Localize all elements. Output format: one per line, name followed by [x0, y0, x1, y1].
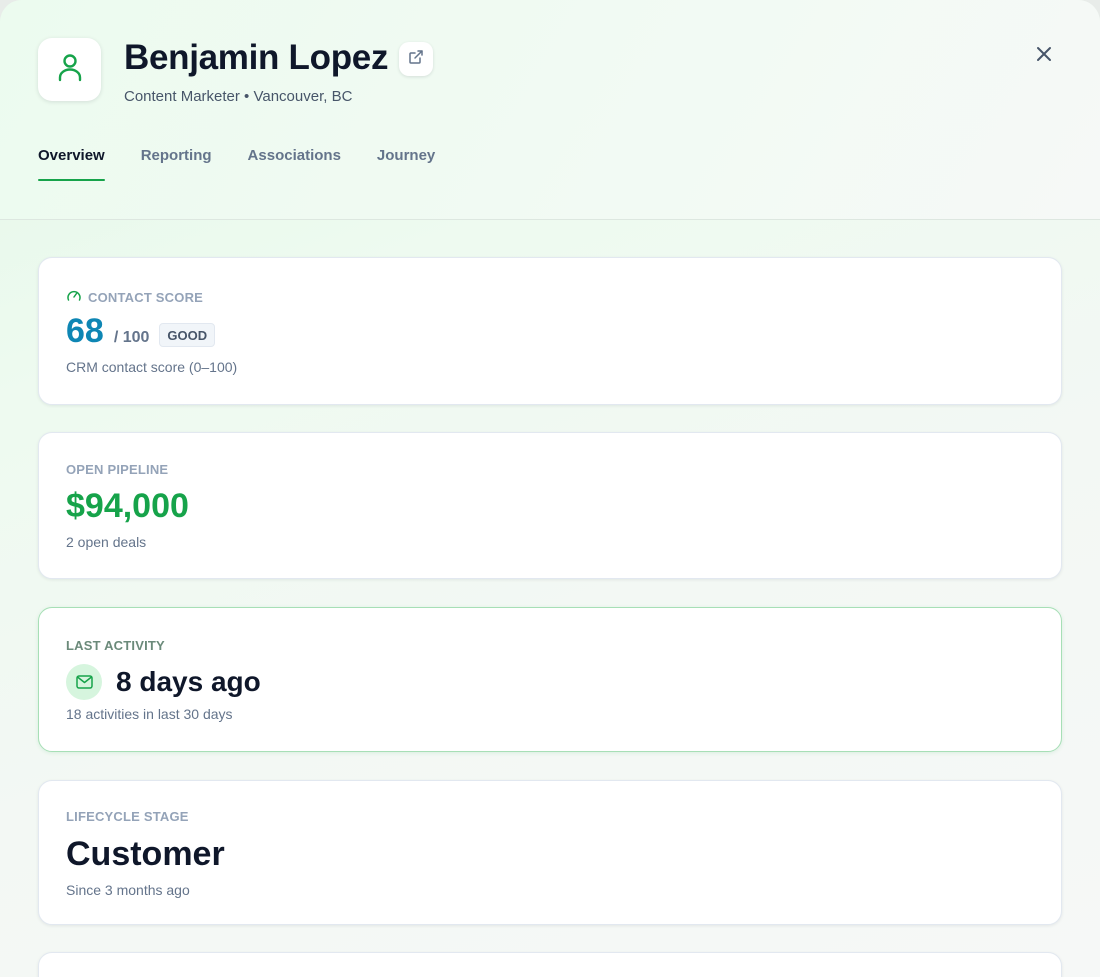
close-icon: [1035, 45, 1053, 68]
lifecycle-stage-label: LIFECYCLE STAGE: [66, 809, 189, 824]
contact-avatar: [38, 38, 101, 101]
next-card-partial: [38, 952, 1062, 977]
contact-score-description: CRM contact score (0–100): [66, 359, 238, 375]
last-activity-card: LAST ACTIVITY 8 days ago 18 activities i…: [38, 607, 1062, 752]
lifecycle-stage-card: LIFECYCLE STAGE Customer Since 3 months …: [38, 780, 1062, 925]
score-status-badge: GOOD: [159, 323, 216, 347]
contact-score-label-row: CONTACT SCORE: [66, 288, 203, 307]
tab-associations[interactable]: Associations: [248, 147, 341, 181]
lifecycle-stage-description: Since 3 months ago: [66, 882, 190, 898]
contact-subtitle: Content Marketer • Vancouver, BC: [124, 88, 353, 105]
contact-score-value: 68: [66, 312, 104, 350]
tab-journey[interactable]: Journey: [377, 147, 435, 181]
contact-score-card: CONTACT SCORE 68 / 100 GOOD CRM contact …: [38, 257, 1062, 405]
last-activity-description: 18 activities in last 30 days: [66, 706, 233, 722]
tab-overview[interactable]: Overview: [38, 147, 105, 181]
tab-bar: Overview Reporting Associations Journey: [38, 147, 435, 181]
last-activity-label: LAST ACTIVITY: [66, 638, 165, 653]
tab-reporting[interactable]: Reporting: [141, 147, 212, 181]
external-link-icon: [408, 49, 424, 70]
open-pipeline-label: OPEN PIPELINE: [66, 462, 169, 477]
contact-detail-panel: Benjamin Lopez Content Marketer • Vancou…: [0, 0, 1100, 977]
last-activity-value: 8 days ago: [116, 666, 261, 697]
open-pipeline-value: $94,000: [66, 487, 189, 525]
lifecycle-stage-value: Customer: [66, 835, 225, 873]
open-external-button[interactable]: [399, 42, 433, 76]
contact-score-value-row: 68 / 100 GOOD: [66, 312, 216, 351]
open-pipeline-description: 2 open deals: [66, 534, 147, 550]
contact-name: Benjamin Lopez: [124, 38, 389, 77]
contact-score-label: CONTACT SCORE: [88, 290, 204, 305]
open-pipeline-card: OPEN PIPELINE $94,000 2 open deals: [38, 432, 1062, 579]
gauge-icon: [66, 288, 82, 307]
contact-score-max: / 100: [113, 329, 150, 346]
panel-header: Benjamin Lopez Content Marketer • Vancou…: [0, 0, 1100, 220]
close-button[interactable]: [1030, 42, 1058, 70]
mail-icon: [66, 664, 102, 700]
last-activity-value-row: 8 days ago: [66, 664, 261, 700]
user-icon: [57, 52, 83, 87]
